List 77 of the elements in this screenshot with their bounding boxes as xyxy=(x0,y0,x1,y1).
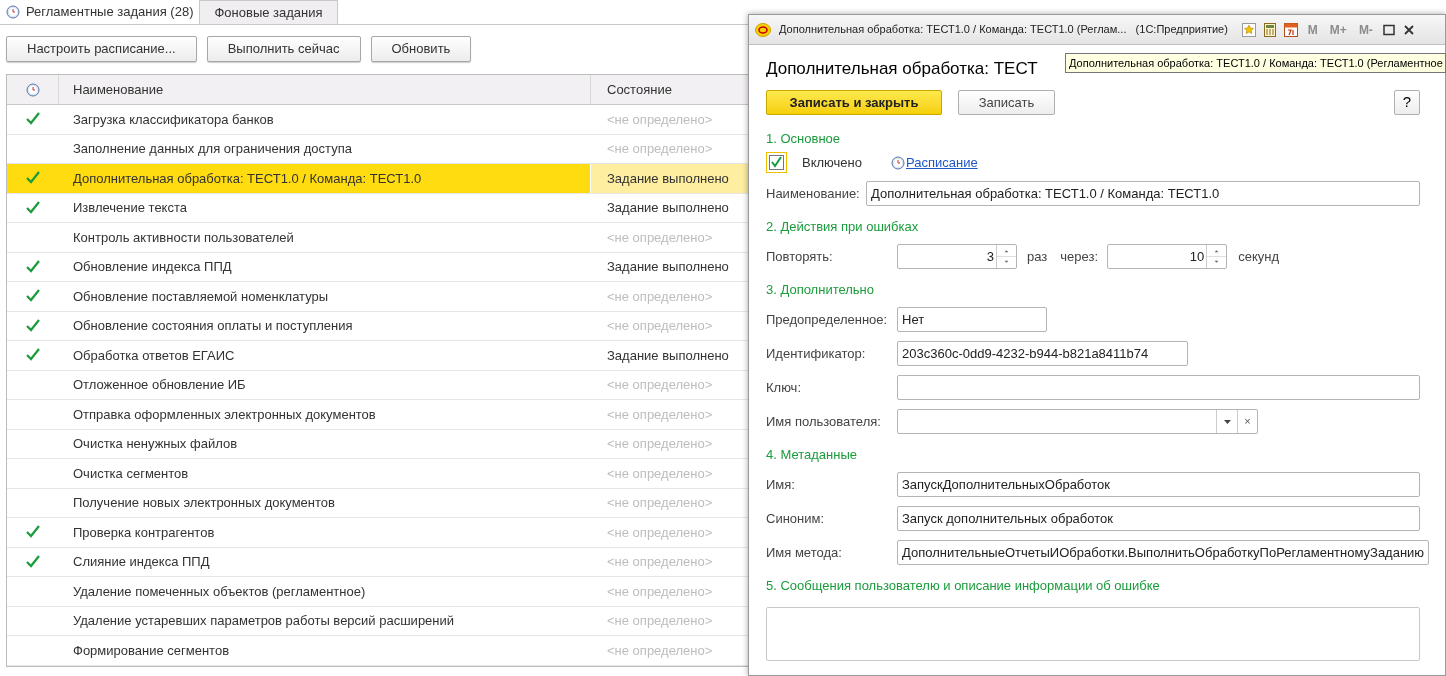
form-heading: Дополнительная обработка: ТЕСТ xyxy=(766,58,1038,80)
input-field[interactable]: ДополнительныеОтчетыИОбработки.ВыполнитьОбработкуПоРегламентномуЗаданию xyxy=(897,540,1430,565)
table-cell-text: <не определено> xyxy=(607,612,713,630)
tooltip: Дополнительная обработка: ТЕСТ1.0 / Команда: ТЕСТ1.0 (Регламентное xyxy=(1065,53,1446,73)
table-cell-text: Проверка контрагентов xyxy=(73,523,215,542)
table-cell-text: Формирование сегментов xyxy=(73,641,230,660)
number-field[interactable]: 3 xyxy=(897,244,1017,269)
clear-button[interactable]: × xyxy=(1237,410,1257,433)
table-cell-text: Контроль активности пользователей xyxy=(73,228,294,247)
table-cell-text: Обновление поставляемой номенклатуры xyxy=(73,287,329,306)
table-cell-text: Слияние индекса ППД xyxy=(73,553,210,571)
field-label: Имя пользователя: xyxy=(766,412,882,431)
table-cell-text: Задание выполнено xyxy=(607,346,729,365)
section-title: 4. Метаданные xyxy=(766,447,858,462)
field-label: Идентификатор: xyxy=(766,344,867,363)
section-title: 5. Сообщения пользователю и описание информации об ошибке xyxy=(766,578,1161,593)
table-cell-text: <не определено> xyxy=(607,110,713,129)
table-cell-text: Дополнительная обработка: ТЕСТ1.0 / Команда: ТЕСТ1.0 xyxy=(73,169,422,188)
clock-icon xyxy=(25,82,40,97)
toolbar-button[interactable]: Настроить расписание... xyxy=(6,36,197,62)
input-field[interactable] xyxy=(897,375,1420,400)
table-cell-text: Удаление устаревших параметров работы версий расширений xyxy=(73,612,455,630)
input-field[interactable]: Запуск дополнительных обработок xyxy=(897,506,1420,531)
table-cell-text: Обновление состояния оплаты и поступления xyxy=(73,317,353,335)
checkbox[interactable] xyxy=(766,152,787,173)
calendar-icon[interactable] xyxy=(1283,22,1298,37)
window-title: Дополнительная обработка: ТЕСТ1.0 / Команда: ТЕСТ1.0 (Реглам... (1С:Предприятие) xyxy=(779,22,1228,38)
toolbar-button[interactable]: Выполнить сейчас xyxy=(206,36,361,62)
table-cell-text: <не определено> xyxy=(607,464,713,483)
toolbar-button[interactable]: Обновить xyxy=(370,36,472,62)
save-close-button[interactable]: Записать и закрыть xyxy=(766,90,942,115)
table-cell-text: Удаление помеченных объектов (регламентное) xyxy=(73,582,366,601)
field-label: Ключ: xyxy=(766,378,802,397)
table-cell-text: Отправка оформленных электронных документов xyxy=(73,405,376,424)
field-label: Предопределенное: xyxy=(766,310,889,329)
table-cell-text: Загрузка классификатора банков xyxy=(73,110,274,129)
save-button[interactable]: Записать xyxy=(958,90,1055,115)
input-field[interactable]: ЗапускДополнительныхОбработок xyxy=(897,472,1420,497)
clock-icon xyxy=(6,5,20,19)
table-cell-text: <не определено> xyxy=(607,405,713,424)
table-cell-text: Задание выполнено xyxy=(607,169,729,188)
tab[interactable]: Фоновые задания xyxy=(199,0,338,24)
calculator-icon[interactable] xyxy=(1263,22,1276,37)
input-field[interactable]: 203c360c-0dd9-4232-b944-b821a8411b74 xyxy=(897,341,1188,366)
close-icon[interactable] xyxy=(1402,23,1415,36)
table-cell-text: Очистка сегментов xyxy=(73,464,189,483)
table-cell-text: <не определено> xyxy=(607,582,713,601)
table-cell-text: <не определено> xyxy=(607,553,713,571)
table-cell-text: Очистка ненужных файлов xyxy=(73,435,238,453)
section-title: 3. Дополнительно xyxy=(766,282,876,297)
table-cell-text: <не определено> xyxy=(607,228,713,247)
star-icon[interactable] xyxy=(1241,22,1256,37)
column-header[interactable]: Наименование xyxy=(59,75,591,104)
table-cell-text: <не определено> xyxy=(607,287,713,306)
select-field[interactable]: × xyxy=(897,409,1258,434)
table-cell-text: Извлечение текста xyxy=(73,199,187,217)
help-button[interactable]: ? xyxy=(1394,90,1420,115)
table-cell-text: <не определено> xyxy=(607,494,713,512)
table-cell-text: Обновление индекса ППД xyxy=(73,258,232,276)
table-cell-text: Задание выполнено xyxy=(607,199,729,217)
table-cell-text: Обработка ответов ЕГАИС xyxy=(73,346,235,365)
table-cell-text: <не определено> xyxy=(607,317,713,335)
table-cell-text: <не определено> xyxy=(607,435,713,453)
table-cell-text: Задание выполнено xyxy=(607,258,729,276)
table-cell-text: Получение новых электронных документов xyxy=(73,494,335,512)
table-cell-text: Отложенное обновление ИБ xyxy=(73,376,246,394)
app-logo-icon xyxy=(755,22,771,37)
table-cell-text: Заполнение данных для ограничения доступа xyxy=(73,140,352,158)
table-cell-text: <не определено> xyxy=(607,641,713,660)
table-cell-text: <не определено> xyxy=(607,376,713,394)
maximize-icon[interactable] xyxy=(1382,23,1395,36)
clock-icon xyxy=(890,155,905,170)
input-field[interactable]: Дополнительная обработка: ТЕСТ1.0 / Команда: ТЕСТ1.0 xyxy=(866,181,1420,206)
input-field[interactable]: Нет xyxy=(897,307,1047,332)
number-field[interactable]: 10 xyxy=(1107,244,1228,269)
table-cell-text: <не определено> xyxy=(607,140,713,158)
table-cell-text: <не определено> xyxy=(607,523,713,542)
